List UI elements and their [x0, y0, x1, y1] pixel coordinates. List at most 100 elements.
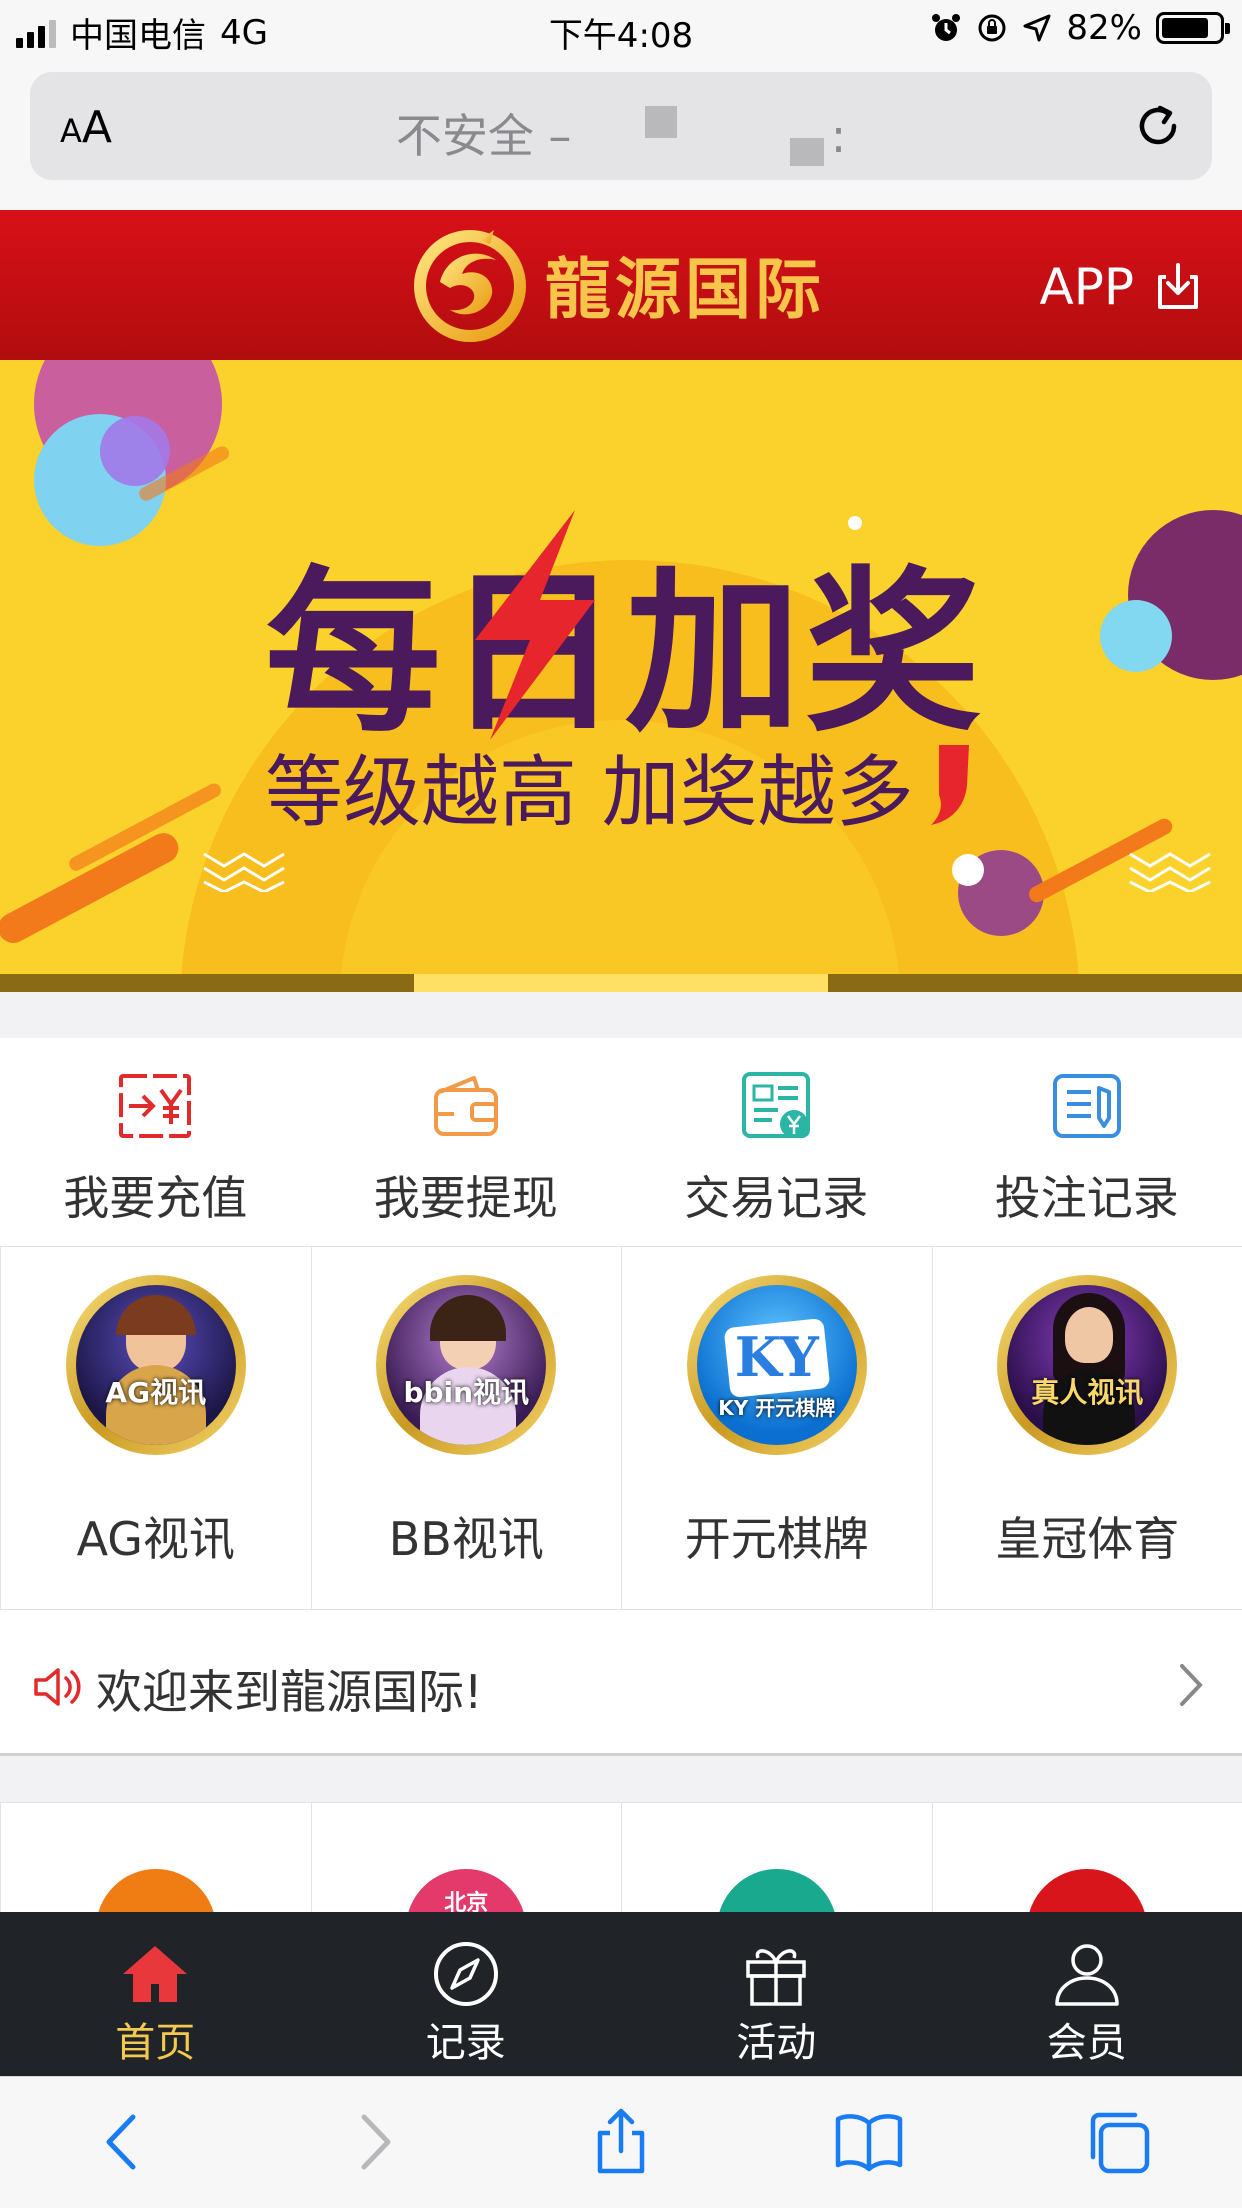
book-icon	[836, 2114, 903, 2172]
bet-record-icon	[1052, 1074, 1121, 1138]
quick-action-label: 我要提现	[373, 1171, 558, 1225]
bookmarks-button[interactable]	[745, 2077, 993, 2208]
quick-action-recharge[interactable]: 我要充值	[0, 1038, 311, 1246]
game-label: 开元棋牌	[684, 1512, 869, 1566]
game-badge: KY 开元棋牌	[718, 1396, 836, 1420]
redacted-url-block	[645, 106, 677, 138]
wallet-icon	[433, 1076, 498, 1136]
tab-label: 活动	[736, 2020, 817, 2066]
brand-name: 龍源国际	[545, 251, 825, 328]
app-tab-bar: 首页 记录 活动 会员	[0, 1912, 1242, 2076]
share-button[interactable]	[497, 2077, 745, 2208]
speaker-icon	[34, 1668, 81, 1706]
compass-icon	[433, 1942, 498, 2006]
game-badge: bbin视讯	[403, 1376, 530, 1409]
tab-label: 首页	[115, 2020, 196, 2066]
quick-action-transactions[interactable]: 交易记录	[621, 1038, 932, 1246]
banner-title: 每日加奖	[265, 551, 986, 756]
gift-icon	[746, 1949, 806, 2006]
banner-subtitle: 等级越高 加奖越多	[265, 748, 914, 838]
decor-circle	[952, 854, 984, 886]
decor-circle	[1100, 600, 1172, 672]
tab-records[interactable]: 记录	[311, 1912, 622, 2076]
game-bb-live[interactable]: bbin视讯 BB视讯	[310, 1247, 622, 1609]
tab-activities[interactable]: 活动	[621, 1912, 932, 2076]
game-ag-live[interactable]: AG视讯 AG视讯	[0, 1247, 311, 1609]
lottery-item[interactable]	[0, 1803, 311, 1912]
site-header: 龍源国际 APP	[0, 210, 1242, 360]
lottery-grid: 北京	[0, 1802, 1242, 1912]
user-icon	[1055, 1944, 1119, 2006]
quick-action-label: 我要充值	[63, 1171, 248, 1225]
game-badge: 真人视讯	[1031, 1376, 1144, 1409]
announcement-text: 欢迎来到龍源国际!	[96, 1665, 483, 1719]
location-icon	[1023, 14, 1051, 42]
game-label: AG视讯	[76, 1512, 235, 1566]
app-download-button[interactable]: APP	[1039, 258, 1204, 316]
app-download-label: APP	[1039, 258, 1134, 316]
tab-label: 会员	[1046, 2020, 1127, 2066]
home-icon	[123, 1946, 188, 2002]
quick-action-label: 交易记录	[684, 1171, 869, 1225]
game-label: BB视讯	[388, 1512, 544, 1566]
browser-address-area: AA 不安全 – :	[0, 60, 1242, 210]
decor-circle	[100, 416, 170, 486]
recharge-icon	[119, 1074, 192, 1138]
back-arrow-icon	[106, 2114, 136, 2170]
lottery-logo	[716, 1869, 837, 1912]
reload-icon[interactable]	[1130, 98, 1186, 154]
tab-member[interactable]: 会员	[932, 1912, 1242, 2076]
dragon-logo-icon	[414, 230, 526, 342]
decor-chevron	[1129, 852, 1211, 892]
lightning-bolt-icon	[475, 510, 595, 740]
lottery-item[interactable]	[931, 1803, 1242, 1912]
game-kaiyuan-chess[interactable]: KY KY 开元棋牌 开元棋牌	[621, 1247, 932, 1609]
forward-button[interactable]	[248, 2077, 496, 2208]
decor-comma	[931, 745, 969, 825]
game-crown-sports[interactable]: 真人视讯 皇冠体育	[931, 1247, 1242, 1609]
game-label: 皇冠体育	[995, 1512, 1180, 1566]
quick-action-withdraw[interactable]: 我要提现	[311, 1038, 622, 1246]
lottery-item[interactable]: 北京	[310, 1803, 622, 1912]
carousel-indicator-active	[414, 974, 828, 992]
url-text[interactable]: 不安全 – :	[30, 100, 1212, 166]
lottery-logo: 北京	[406, 1869, 527, 1912]
battery-percent: 82%	[1066, 8, 1142, 48]
quick-action-label: 投注记录	[994, 1171, 1179, 1225]
promo-banner[interactable]: 每日加奖 等级越高 加奖越多	[0, 360, 1242, 992]
quick-action-bets[interactable]: 投注记录	[932, 1038, 1242, 1246]
url-security-label: 不安全 –	[395, 109, 572, 163]
address-bar[interactable]: AA 不安全 – :	[30, 72, 1212, 180]
crown-sports-logo: 真人视讯	[997, 1275, 1178, 1455]
tab-home[interactable]: 首页	[0, 1912, 311, 2076]
share-icon	[597, 2108, 645, 2174]
transaction-record-icon	[742, 1072, 811, 1138]
tabs-button[interactable]	[994, 2077, 1242, 2208]
lottery-logo	[1027, 1869, 1148, 1912]
battery-icon	[1156, 12, 1230, 44]
lottery-item[interactable]	[621, 1803, 932, 1912]
download-icon	[1158, 263, 1198, 309]
decor-stripe	[0, 827, 184, 949]
kaiyuan-logo: KY KY 开元棋牌	[686, 1275, 867, 1455]
lottery-logo	[95, 1869, 216, 1912]
decor-chevron	[203, 852, 285, 892]
carousel-indicator[interactable]	[0, 974, 1242, 992]
chevron-right-icon	[1180, 1664, 1203, 1706]
back-button[interactable]	[0, 2077, 248, 2208]
lottery-badge: 北京	[444, 1891, 489, 1912]
bb-live-logo: bbin视讯	[376, 1275, 557, 1455]
ag-live-logo: AG视讯	[65, 1275, 246, 1455]
alarm-icon	[932, 14, 961, 41]
quick-actions: 我要充值 我要提现 交易记录 投注记录	[0, 1038, 1242, 1246]
redacted-url-block	[790, 138, 824, 166]
game-badge: AG视讯	[105, 1376, 207, 1409]
status-bar: 中国电信 4G 下午4:08 82%	[0, 0, 1242, 60]
tabs-icon	[1090, 2112, 1150, 2174]
forward-arrow-icon	[361, 2114, 391, 2170]
rotation-lock-icon	[978, 14, 1006, 42]
game-grid: AG视讯 AG视讯 bbin视讯 BB视讯 KY KY 开元棋牌 开元棋牌 真人…	[0, 1246, 1242, 1610]
tab-label: 记录	[425, 2020, 506, 2066]
url-port-separator: :	[830, 109, 847, 163]
announcement-bar[interactable]: 欢迎来到龍源国际!	[0, 1610, 1242, 1756]
